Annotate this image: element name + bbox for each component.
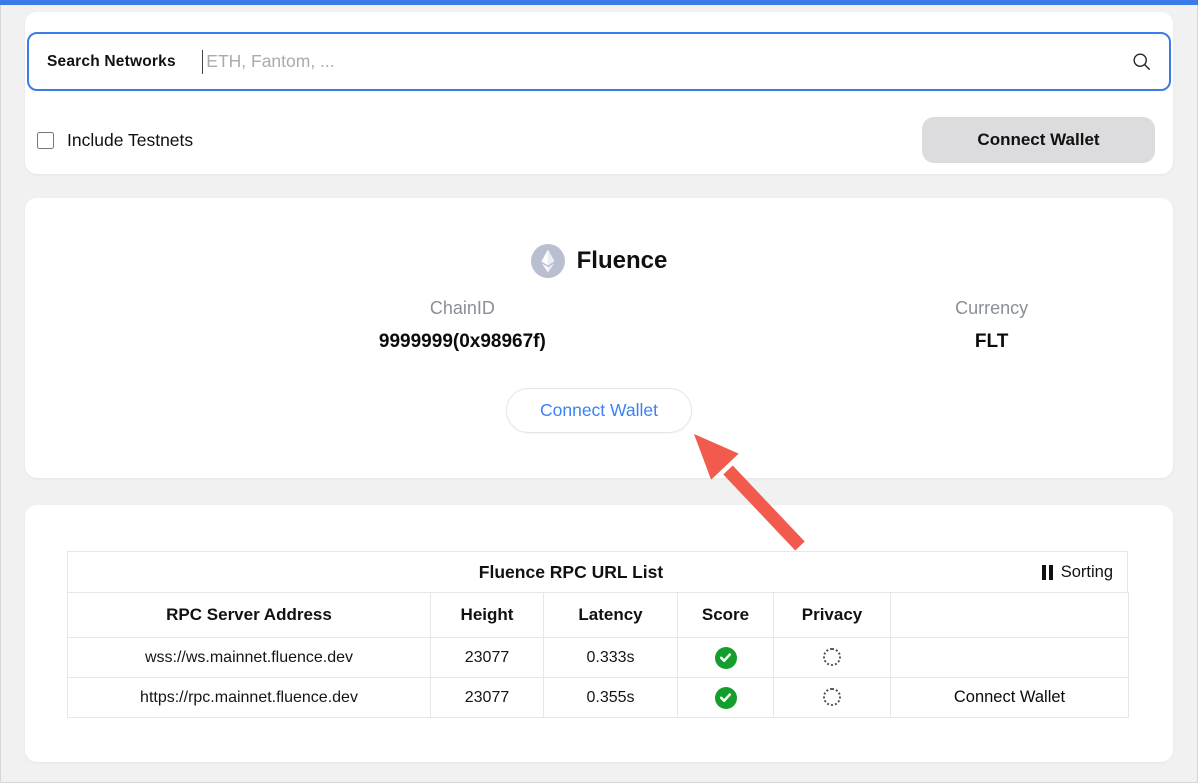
connect-wallet-link[interactable]: Connect Wallet — [954, 688, 1065, 706]
chain-id-block: ChainID 9999999(0x98967f) — [379, 298, 546, 353]
privacy-unknown-icon — [823, 648, 841, 666]
col-header-action — [891, 593, 1129, 638]
height-cell: 23077 — [431, 638, 544, 678]
top-accent-bar — [0, 0, 1198, 5]
text-caret — [202, 50, 204, 74]
search-options-row: Include Testnets Connect Wallet — [37, 117, 1155, 163]
rpc-table-title: Fluence RPC URL List — [479, 562, 663, 583]
latency-cell: 0.333s — [544, 638, 678, 678]
privacy-unknown-icon — [823, 688, 841, 706]
currency-label: Currency — [955, 298, 1028, 319]
rpc-address-cell: https://rpc.mainnet.fluence.dev — [68, 678, 431, 718]
search-label: Search Networks — [47, 53, 176, 71]
search-card: Search Networks Include Testnets Connect… — [25, 12, 1173, 174]
rpc-table-title-row: Fluence RPC URL List Sorting — [67, 551, 1128, 592]
currency-value: FLT — [955, 331, 1028, 353]
search-box[interactable]: Search Networks — [27, 32, 1171, 91]
search-input[interactable] — [206, 51, 1122, 72]
rpc-table-card: Fluence RPC URL List Sorting RPC Server … — [25, 505, 1173, 762]
height-cell: 23077 — [431, 678, 544, 718]
col-header-score: Score — [678, 593, 774, 638]
score-cell — [678, 678, 774, 718]
chain-id-label: ChainID — [379, 298, 546, 319]
rpc-address-cell: wss://ws.mainnet.fluence.dev — [68, 638, 431, 678]
action-cell — [891, 638, 1129, 678]
sorting-control[interactable]: Sorting — [1042, 563, 1113, 582]
pause-icon — [1042, 565, 1053, 580]
action-cell: Connect Wallet — [891, 678, 1129, 718]
col-header-height: Height — [431, 593, 544, 638]
table-row: https://rpc.mainnet.fluence.dev 23077 0.… — [68, 678, 1129, 718]
network-header: Fluence — [25, 244, 1173, 278]
include-testnets-toggle[interactable]: Include Testnets — [37, 130, 193, 151]
table-header-row: RPC Server Address Height Latency Score … — [68, 593, 1129, 638]
col-header-address: RPC Server Address — [68, 593, 431, 638]
chain-id-value: 9999999(0x98967f) — [379, 331, 546, 353]
score-ok-icon — [715, 647, 737, 669]
network-card: Fluence ChainID 9999999(0x98967f) Curren… — [25, 198, 1173, 478]
connect-wallet-button-top[interactable]: Connect Wallet — [922, 117, 1155, 163]
ethereum-logo-icon — [531, 244, 565, 278]
include-testnets-label: Include Testnets — [67, 130, 193, 151]
currency-block: Currency FLT — [955, 298, 1028, 353]
network-name: Fluence — [577, 247, 668, 275]
chainlist-page: Search Networks Include Testnets Connect… — [0, 0, 1198, 783]
include-testnets-checkbox[interactable] — [37, 132, 54, 149]
search-icon[interactable] — [1132, 52, 1151, 71]
table-row: wss://ws.mainnet.fluence.dev 23077 0.333… — [68, 638, 1129, 678]
sorting-label: Sorting — [1061, 563, 1113, 582]
privacy-cell — [774, 638, 891, 678]
connect-wallet-button-network[interactable]: Connect Wallet — [506, 388, 692, 433]
col-header-privacy: Privacy — [774, 593, 891, 638]
rpc-table: Fluence RPC URL List Sorting RPC Server … — [67, 551, 1128, 718]
latency-cell: 0.355s — [544, 678, 678, 718]
score-ok-icon — [715, 687, 737, 709]
score-cell — [678, 638, 774, 678]
privacy-cell — [774, 678, 891, 718]
col-header-latency: Latency — [544, 593, 678, 638]
